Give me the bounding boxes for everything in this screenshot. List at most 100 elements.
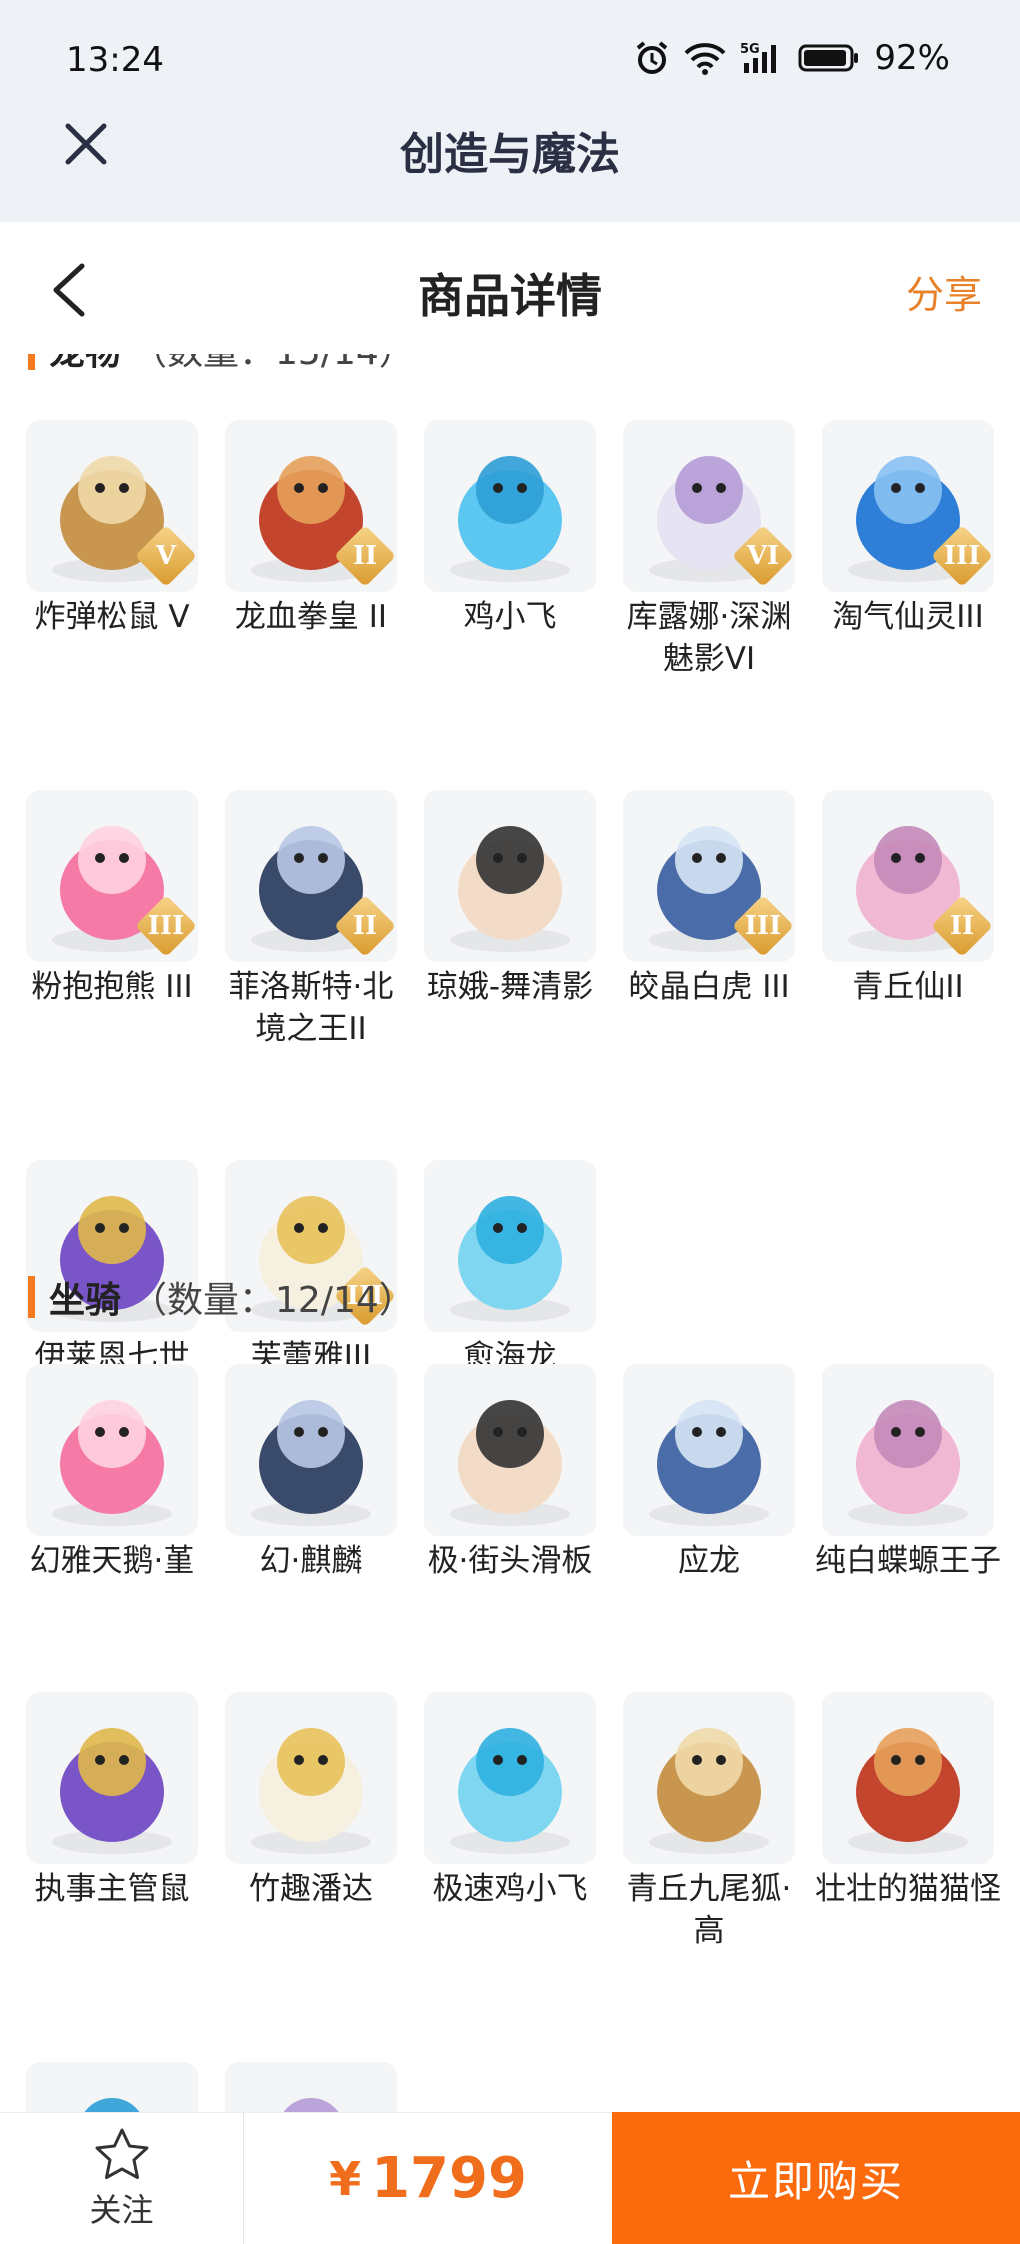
item-name: 极·街头滑板: [427, 1543, 593, 1579]
item-name: 炸弹松鼠 V: [34, 599, 190, 635]
tier-badge-text: II: [949, 911, 975, 941]
item-card[interactable]: 琼娥-舞清影: [424, 790, 596, 1050]
item-card[interactable]: [26, 2062, 198, 2112]
buy-now-button[interactable]: 立即购买: [612, 2112, 1020, 2244]
follow-button[interactable]: 关注: [0, 2112, 244, 2244]
bottom-action-bar: 关注 ¥ 1799 立即购买: [0, 2112, 1020, 2244]
item-illustration: [649, 1400, 769, 1526]
item-card[interactable]: 幻雅天鹅·堇: [26, 1364, 198, 1582]
item-image: III: [26, 790, 198, 962]
item-image: II: [225, 790, 397, 962]
item-card[interactable]: 极速鸡小飞: [424, 1692, 596, 1952]
item-card[interactable]: II 菲洛斯特·北境之王II: [225, 790, 397, 1050]
item-image: [26, 1692, 198, 1864]
tier-badge-text: III: [147, 911, 185, 941]
item-image: [424, 420, 596, 592]
item-card[interactable]: 执事主管鼠: [26, 1692, 198, 1952]
item-image: [424, 1160, 596, 1332]
page-header: 商品详情 分享: [0, 222, 1020, 354]
tier-badge-text: III: [744, 911, 782, 941]
item-illustration: [52, 1728, 172, 1854]
item-name: 纯白蝶螈王子: [815, 1543, 1001, 1579]
page-title: 商品详情: [418, 269, 602, 323]
item-name: 幻雅天鹅·堇: [29, 1543, 195, 1579]
item-name: 竹趣潘达: [249, 1871, 373, 1907]
item-card[interactable]: 青丘九尾狐·高: [623, 1692, 795, 1952]
section-count: （数量：12/14）: [131, 1280, 415, 1321]
signal-5g-icon: 5G: [740, 42, 777, 73]
item-illustration: [251, 1728, 371, 1854]
tier-badge-text: III: [943, 541, 981, 571]
tier-badge-text: II: [352, 911, 378, 941]
item-image: [225, 2062, 397, 2112]
status-time: 13:24: [66, 40, 164, 80]
tier-badge-text: II: [352, 541, 378, 571]
wifi-icon: [685, 43, 726, 75]
item-card[interactable]: 愈海龙: [424, 1160, 596, 1378]
item-image: VI: [623, 420, 795, 592]
tier-badge-text: VI: [746, 541, 780, 571]
item-card[interactable]: III 皎晶白虎 III: [623, 790, 795, 1050]
item-card[interactable]: 纯白蝶螈王子: [815, 1364, 1001, 1582]
item-illustration: [52, 1400, 172, 1526]
item-image: [424, 1692, 596, 1864]
item-image: [225, 1364, 397, 1536]
mounts-grid: 幻雅天鹅·堇 幻·麒麟 极·街头滑板 应龙 纯白蝶螈王子执事主管鼠 竹趣潘达 极速鸡小飞 青丘…: [26, 1364, 1006, 2112]
item-name: 淘气仙灵III: [832, 599, 984, 635]
item-image: III: [822, 420, 994, 592]
item-illustration: [450, 456, 570, 582]
item-name: 应龙: [678, 1543, 740, 1579]
item-card[interactable]: V 炸弹松鼠 V: [26, 420, 198, 680]
item-name: 极速鸡小飞: [432, 1871, 588, 1907]
tier-badge-text: V: [155, 541, 177, 571]
item-illustration: [848, 1400, 968, 1526]
item-illustration: [649, 1728, 769, 1854]
section-accent-bar: [28, 1276, 35, 1318]
item-card[interactable]: II 青丘仙II: [822, 790, 994, 1050]
item-illustration: [283, 2098, 339, 2112]
pets-grid: V 炸弹松鼠 V II 龙血拳皇 II 鸡小飞 VI 库露娜·深渊魅影VI III 淘气仙灵II…: [26, 420, 1006, 1378]
item-card[interactable]: II 龙血拳皇 II: [225, 420, 397, 680]
item-name: 青丘仙II: [852, 969, 964, 1005]
item-card[interactable]: III 淘气仙灵III: [822, 420, 994, 680]
item-illustration: [450, 1196, 570, 1322]
share-button[interactable]: 分享: [906, 264, 982, 319]
item-image: [424, 1364, 596, 1536]
item-illustration: [450, 1400, 570, 1526]
item-name: 库露娜·深渊魅影VI: [626, 599, 792, 677]
app-title: 创造与魔法: [400, 129, 620, 180]
alarm-icon: [637, 41, 668, 74]
item-illustration: [84, 2098, 140, 2112]
item-card[interactable]: 应龙: [623, 1364, 795, 1582]
item-card[interactable]: III 粉抱抱熊 III: [26, 790, 198, 1050]
item-name: 青丘九尾狐·高: [626, 1871, 792, 1949]
item-card[interactable]: VI 库露娜·深渊魅影VI: [623, 420, 795, 680]
item-image: [822, 1364, 994, 1536]
item-image: [623, 1692, 795, 1864]
item-image: [26, 1364, 198, 1536]
item-illustration: [450, 826, 570, 952]
status-icons: 5G 92%: [634, 38, 950, 78]
item-name: 幻·麒麟: [259, 1543, 363, 1579]
item-card[interactable]: 壮壮的猫猫怪: [815, 1692, 1001, 1952]
item-image: V: [26, 420, 198, 592]
item-card[interactable]: 极·街头滑板: [424, 1364, 596, 1582]
item-card[interactable]: [225, 2062, 397, 2112]
item-name: 龙血拳皇 II: [234, 599, 388, 635]
price-display: ¥ 1799: [244, 2112, 612, 2244]
item-card[interactable]: III 芙蕾雅III: [225, 1160, 397, 1378]
item-card[interactable]: 鸡小飞: [424, 420, 596, 680]
item-illustration: [848, 1728, 968, 1854]
item-illustration: [251, 1400, 371, 1526]
item-card[interactable]: 竹趣潘达: [225, 1692, 397, 1952]
battery-icon: [798, 44, 859, 72]
item-card[interactable]: 幻·麒麟: [225, 1364, 397, 1582]
battery-percent: 92%: [874, 38, 950, 78]
item-name: 琼娥-舞清影: [426, 969, 594, 1005]
item-image: [623, 1364, 795, 1536]
item-name: 执事主管鼠: [34, 1871, 190, 1907]
product-content[interactable]: 宠物 （数量：15/14） V炸弹松鼠 VII龙血拳皇 II鸡小飞VI库露娜·深…: [0, 332, 1020, 2112]
item-illustration: [450, 1728, 570, 1854]
item-card[interactable]: 伊莱恩七世: [26, 1160, 198, 1378]
app-top-area: 13:24 5G 92% 创造与魔法: [0, 0, 1020, 222]
